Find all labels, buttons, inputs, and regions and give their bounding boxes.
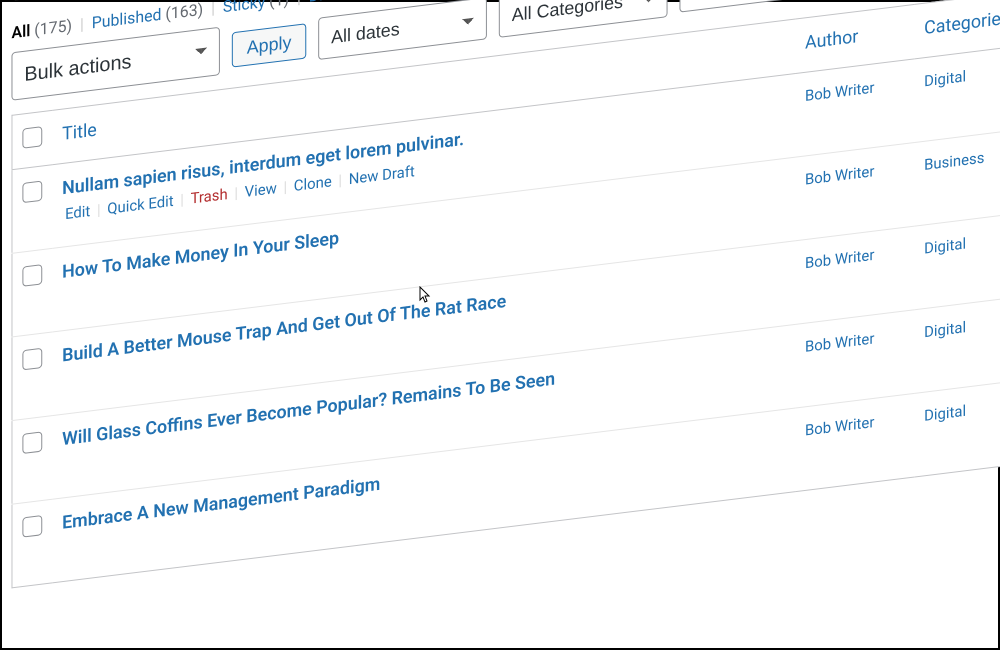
filter-published[interactable]: Published (163) — [92, 0, 203, 32]
row-checkbox[interactable] — [22, 515, 42, 538]
author-link[interactable]: Bob Writer — [805, 413, 874, 440]
row-checkbox[interactable] — [22, 181, 42, 204]
filter-drafts[interactable]: Drafts (10) — [309, 0, 385, 6]
row-checkbox[interactable] — [22, 264, 42, 287]
category-filter-select[interactable]: All Categories — [499, 0, 668, 38]
action-new-draft[interactable]: New Draft — [346, 162, 418, 189]
filter-sticky[interactable]: Sticky (1) — [223, 0, 289, 16]
action-trash[interactable]: Trash — [188, 185, 231, 208]
category-link[interactable]: Digital — [924, 67, 966, 90]
action-quick-edit[interactable]: Quick Edit — [104, 191, 176, 218]
author-link[interactable]: Bob Writer — [805, 78, 874, 105]
select-all-checkbox[interactable] — [22, 126, 42, 149]
author-link[interactable]: Bob Writer — [805, 162, 874, 189]
category-link[interactable]: Digital — [924, 234, 966, 257]
format-filter-select[interactable]: All formats — [679, 0, 818, 13]
filter-all[interactable]: All — [11, 21, 30, 42]
apply-button[interactable]: Apply — [232, 23, 306, 67]
category-link[interactable]: Digital — [924, 318, 966, 341]
category-link[interactable]: Digital — [924, 402, 966, 425]
row-checkbox[interactable] — [22, 348, 42, 371]
page-title: Posts — [11, 0, 112, 11]
action-clone[interactable]: Clone — [291, 172, 335, 196]
posts-table: Title Author Categories Date Nullam sapi… — [11, 0, 1000, 588]
author-link[interactable]: Bob Writer — [805, 329, 874, 356]
filter-all-count: (175) — [34, 16, 72, 40]
action-edit[interactable]: Edit — [62, 201, 93, 223]
action-view[interactable]: View — [242, 179, 280, 202]
row-checkbox[interactable] — [22, 431, 42, 454]
author-link[interactable]: Bob Writer — [805, 246, 874, 273]
date-filter-select[interactable]: All dates — [318, 0, 487, 60]
category-link[interactable]: Business — [924, 149, 984, 175]
